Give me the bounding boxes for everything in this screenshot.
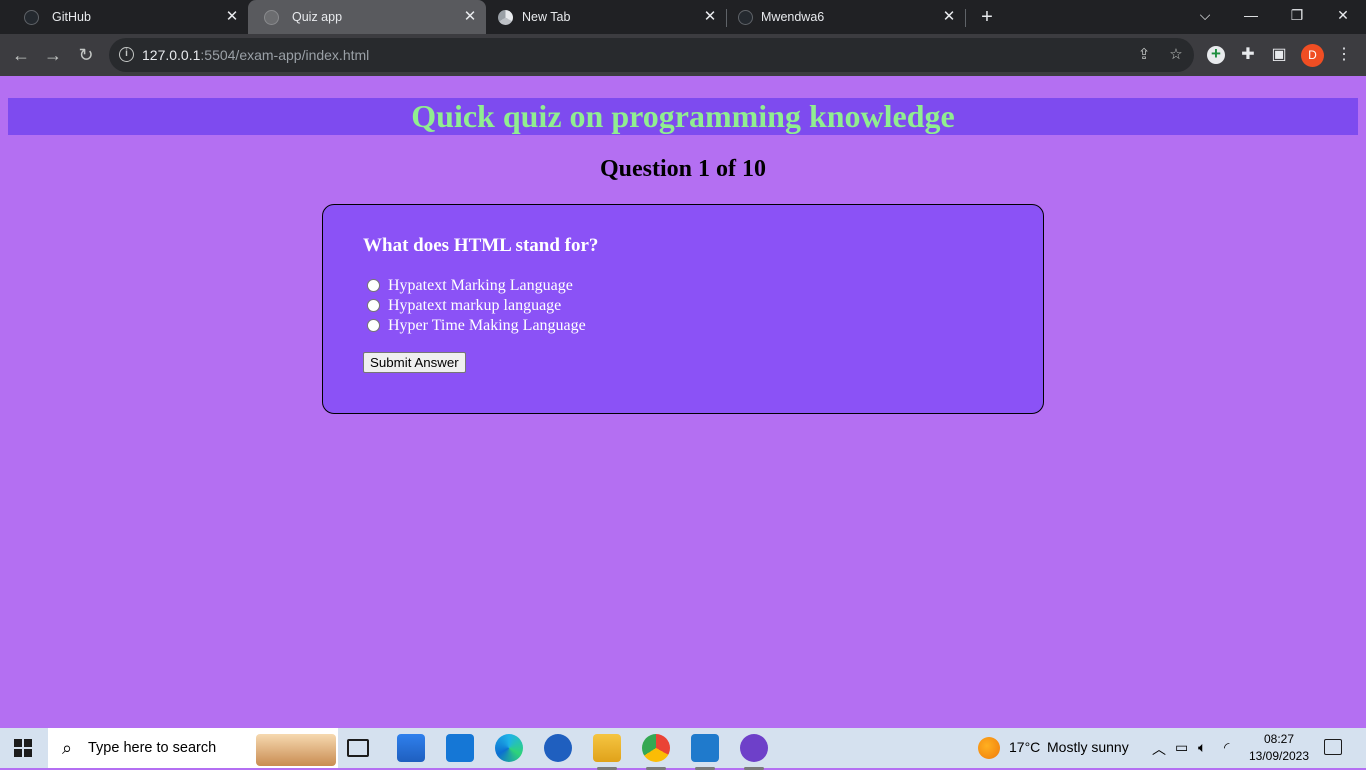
edge-browser-icon[interactable] [495,734,523,762]
answer-option[interactable]: Hypatext markup language [367,296,586,316]
url-path: :5504/exam-app/index.html [200,47,370,63]
share-icon[interactable]: ⇪ [1135,46,1153,64]
tab-search-icon[interactable]: ⌵ [1193,4,1217,26]
submit-answer-button[interactable]: Submit Answer [363,352,466,373]
globe-icon [264,10,279,25]
url-host: 127.0.0.1 [142,47,201,63]
answer-label: Hypatext markup language [388,297,562,314]
browser-tab-bar: GitHub ✕ Quiz app ✕ New Tab ✕ Mwendwa6 ✕… [0,0,1366,34]
page-title: Quick quiz on programming knowledge [411,98,955,134]
close-tab-icon[interactable]: ✕ [462,9,478,25]
clock-date: 13/09/2023 [1248,749,1310,763]
close-tab-icon[interactable]: ✕ [702,9,718,25]
title-banner: Quick quiz on programming knowledge [8,98,1358,135]
close-tab-icon[interactable]: ✕ [941,9,957,25]
notification-center-icon[interactable] [1324,739,1342,755]
widgets-news-icon[interactable] [397,734,425,762]
taskbar-clock[interactable]: 08:27 13/09/2023 [1248,731,1310,765]
answer-option[interactable]: Hyper Time Making Language [367,316,586,336]
quiz-page: Quick quiz on programming knowledge Ques… [0,76,1366,728]
reload-button[interactable]: ↻ [75,44,97,66]
forward-button[interactable]: → [42,44,64,66]
extension-add-icon[interactable] [1207,43,1225,65]
extensions-puzzle-icon[interactable]: ✚ [1237,44,1259,66]
vscode-icon[interactable] [691,734,719,770]
close-window-button[interactable]: ✕ [1331,4,1355,26]
radio-button[interactable] [367,278,380,292]
windows-taskbar: ⌕ Type here to search 17°C Mostly sunny … [0,728,1366,770]
tab-label: Quiz app [292,10,343,24]
github-desktop-icon[interactable] [740,734,768,770]
site-info-icon[interactable]: i [119,47,134,62]
menu-kebab-icon[interactable]: ⋮ [1333,44,1355,66]
tab-new-tab[interactable]: New Tab ✕ [488,0,726,34]
question-progress: Question 1 of 10 [599,156,766,182]
answer-label: Hypatext Marking Language [388,277,573,294]
tab-label: Mwendwa6 [761,10,825,24]
tab-divider [726,9,727,27]
tab-divider [965,9,966,27]
new-tab-button[interactable]: + [977,7,997,27]
answer-option[interactable]: Hypatext Marking Language [367,276,586,296]
tab-label: New Tab [522,10,571,24]
task-view-icon[interactable] [347,739,369,757]
weather-temperature[interactable]: 17°C [1009,739,1040,755]
github-icon [24,10,39,25]
tab-github[interactable]: GitHub ✕ [8,0,246,34]
network-icon[interactable]: ◜ [1224,739,1229,756]
answer-label: Hyper Time Making Language [388,317,586,334]
file-explorer-icon[interactable] [593,734,621,770]
github-icon [738,10,753,25]
close-tab-icon[interactable]: ✕ [224,9,240,25]
radio-button[interactable] [367,298,380,312]
tab-quiz-app[interactable]: Quiz app ✕ [248,0,486,34]
radio-button[interactable] [367,318,380,332]
restore-button[interactable]: ❐ [1285,4,1309,26]
bookmark-star-icon[interactable]: ☆ [1167,46,1185,64]
browser-toolbar: ← → ↻ i 127.0.0.1:5504/exam-app/index.ht… [0,34,1366,76]
weather-description[interactable]: Mostly sunny [1047,739,1129,755]
minimize-button[interactable]: — [1239,4,1263,26]
tab-label: GitHub [52,10,91,24]
answer-options: Hypatext Marking Language Hypatext marku… [367,276,586,336]
taskbar-search-box[interactable]: ⌕ Type here to search [48,728,338,768]
show-hidden-icons-chevron-icon[interactable]: ︿ [1152,739,1166,759]
back-button[interactable]: ← [10,44,32,66]
profile-avatar[interactable]: D [1301,44,1324,67]
clock-time: 08:27 [1263,732,1295,746]
search-icon: ⌕ [62,738,73,758]
tab-mwendwa6[interactable]: Mwendwa6 ✕ [728,0,964,34]
volume-icon[interactable]: 🔈︎ [1198,739,1206,756]
search-highlight-image [256,734,336,766]
mail-icon[interactable] [446,734,474,762]
side-panel-icon[interactable]: ▣ [1268,44,1290,66]
address-bar[interactable]: i 127.0.0.1:5504/exam-app/index.html ⇪ ☆ [109,38,1194,72]
search-placeholder: Type here to search [88,740,217,756]
battery-icon[interactable]: ▭ [1175,739,1188,756]
url-text[interactable]: 127.0.0.1:5504/exam-app/index.html [142,47,369,63]
quiz-card: What does HTML stand for? Hypatext Marki… [322,204,1044,414]
weather-icon[interactable] [978,737,1000,759]
windows-start-icon[interactable] [14,739,32,757]
chrome-taskbar-icon[interactable] [642,734,670,770]
question-text: What does HTML stand for? [363,235,599,256]
chrome-icon [498,10,513,25]
audio-app-icon[interactable] [544,734,572,762]
